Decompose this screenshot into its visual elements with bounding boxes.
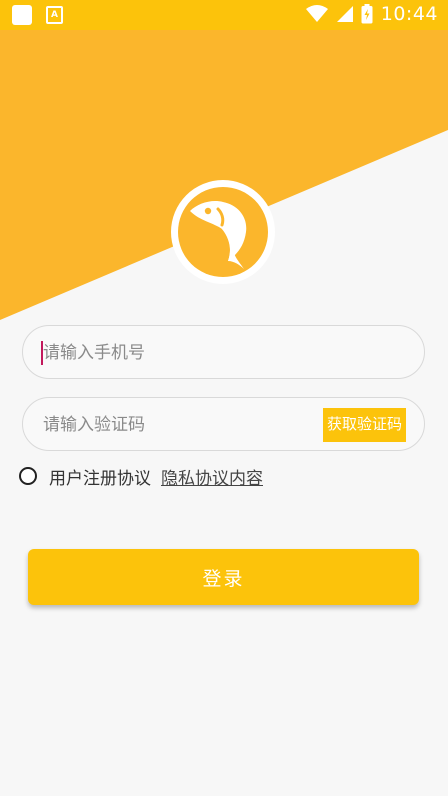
wifi-icon <box>305 5 328 22</box>
battery-icon <box>361 4 373 24</box>
agreement-row: 用户注册协议 隐私协议内容 <box>19 462 263 490</box>
verification-code-field[interactable]: 获取验证码 <box>22 397 425 452</box>
phone-field[interactable] <box>22 325 425 380</box>
status-bar: A 10:44 <box>0 0 448 30</box>
fish-icon <box>190 201 247 269</box>
agreement-label: 用户注册协议 <box>49 468 151 489</box>
text-cursor <box>41 341 43 365</box>
agreement-radio[interactable] <box>19 467 37 485</box>
app-notification-icon: A <box>46 6 63 24</box>
clock: 10:44 <box>380 3 438 25</box>
login-button[interactable]: 登录 <box>28 549 419 605</box>
privacy-policy-link[interactable]: 隐私协议内容 <box>161 464 263 489</box>
app-logo <box>171 180 275 284</box>
notification-icon <box>12 5 32 25</box>
get-code-button[interactable]: 获取验证码 <box>322 408 406 442</box>
verification-code-input[interactable] <box>41 398 325 452</box>
phone-input[interactable] <box>41 326 325 380</box>
signal-icon <box>336 6 353 22</box>
